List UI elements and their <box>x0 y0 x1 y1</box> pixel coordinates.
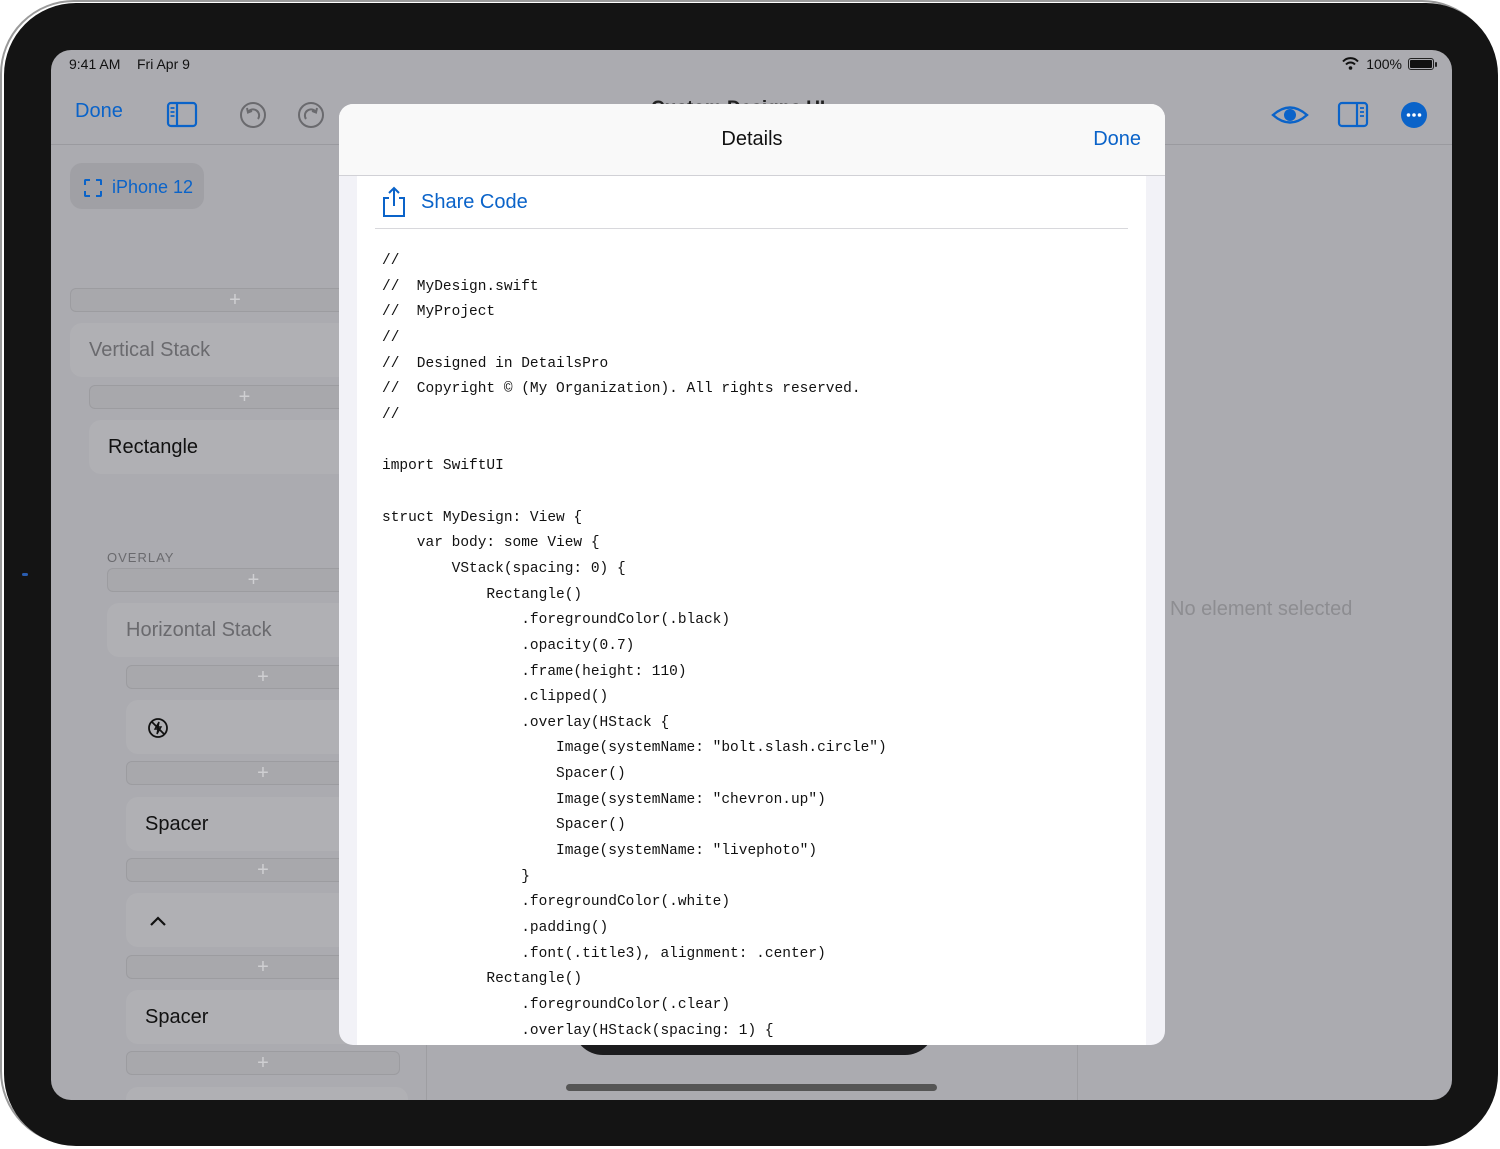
code-line: .font(.title3), alignment: .center) <box>382 945 826 962</box>
code-line: // <box>382 253 400 269</box>
code-line: .opacity(0.7) <box>382 637 635 654</box>
code-line: Image(systemName: "bolt.slash.circle") <box>382 740 887 757</box>
sidebar-toggle-icon[interactable] <box>165 98 199 132</box>
insert-element-bar[interactable] <box>126 1051 400 1075</box>
wifi-icon <box>1342 57 1359 70</box>
code-line: Spacer() <box>382 766 626 783</box>
code-line: VStack(spacing: 0) { <box>382 560 626 577</box>
battery-percentage: 100% <box>1366 56 1402 72</box>
status-date: Fri Apr 9 <box>137 56 190 72</box>
code-line: Spacer() <box>382 817 626 834</box>
sheet-header: Details Done <box>339 104 1165 176</box>
code-listing[interactable]: // // MyDesign.swift // MyProject // // … <box>382 249 887 1044</box>
inspector-empty-state: No element selected <box>1170 598 1353 620</box>
redo-icon[interactable] <box>294 98 328 132</box>
layer-label: Spacer <box>145 813 209 835</box>
code-line: // MyProject <box>382 304 496 321</box>
layer-label: Spacer <box>145 1006 209 1028</box>
code-line: .foregroundColor(.clear) <box>382 997 731 1014</box>
code-line: } <box>382 868 530 885</box>
status-bar: 9:41 AM Fri Apr 9 100% <box>51 50 1452 78</box>
code-line: Rectangle() <box>382 971 583 988</box>
code-line: .overlay(HStack(spacing: 1) { <box>382 1022 774 1039</box>
toolbar-done-button[interactable]: Done <box>75 100 123 123</box>
code-line: .foregroundColor(.black) <box>382 612 731 629</box>
overlay-section-header: OVERLAY <box>107 550 175 565</box>
divider <box>1077 1040 1078 1100</box>
preview-eye-icon[interactable] <box>1271 98 1309 132</box>
home-indicator[interactable] <box>566 1084 937 1091</box>
code-line: import SwiftUI <box>382 458 504 475</box>
device-chip-label: iPhone 12 <box>112 177 194 197</box>
inspector-toggle-icon[interactable] <box>1336 98 1370 132</box>
sheet-title: Details <box>721 128 783 150</box>
code-line: // <box>382 406 400 423</box>
chevron-up-icon <box>150 916 166 926</box>
code-panel: Share Code // // MyDesign.swift // MyPro… <box>357 176 1146 1045</box>
device-selector-button[interactable]: iPhone 12 <box>70 163 204 209</box>
share-icon <box>383 186 405 217</box>
code-line: .overlay(HStack { <box>382 714 670 731</box>
code-line: // Designed in DetailsPro <box>382 355 609 372</box>
code-line: Rectangle() <box>382 586 583 603</box>
code-line: // <box>382 329 400 346</box>
code-line: .padding() <box>382 920 609 937</box>
device-frame-icon <box>84 179 102 197</box>
code-line: // MyDesign.swift <box>382 278 539 295</box>
code-line: .foregroundColor(.white) <box>382 894 731 911</box>
code-line: var body: some View { <box>382 535 600 552</box>
code-line: // Copyright © (My Organization). All ri… <box>382 381 861 398</box>
details-sheet: Details Done Share Code // // MyDesign.s… <box>339 104 1165 1045</box>
layer-label: Horizontal Stack <box>126 619 272 641</box>
layer-label: Rectangle <box>108 436 199 458</box>
code-line: Image(systemName: "livephoto") <box>382 843 818 860</box>
code-line: .clipped() <box>382 689 609 706</box>
separator <box>375 228 1128 229</box>
undo-icon[interactable] <box>236 98 270 132</box>
divider <box>426 1040 427 1100</box>
code-line: Image(systemName: "chevron.up") <box>382 791 826 808</box>
sheet-done-button[interactable]: Done <box>1093 128 1141 151</box>
battery-icon <box>1408 58 1437 70</box>
bolt-slash-circle-icon <box>148 718 168 738</box>
code-line: .frame(height: 110) <box>382 663 687 680</box>
status-time: 9:41 AM <box>69 56 121 72</box>
code-line: struct MyDesign: View { <box>382 509 583 526</box>
share-code-label: Share Code <box>421 191 528 213</box>
side-indicator <box>22 573 28 576</box>
layer-image-livephoto[interactable] <box>126 1087 408 1100</box>
more-icon[interactable] <box>1397 98 1431 132</box>
layer-label: Vertical Stack <box>89 339 211 361</box>
